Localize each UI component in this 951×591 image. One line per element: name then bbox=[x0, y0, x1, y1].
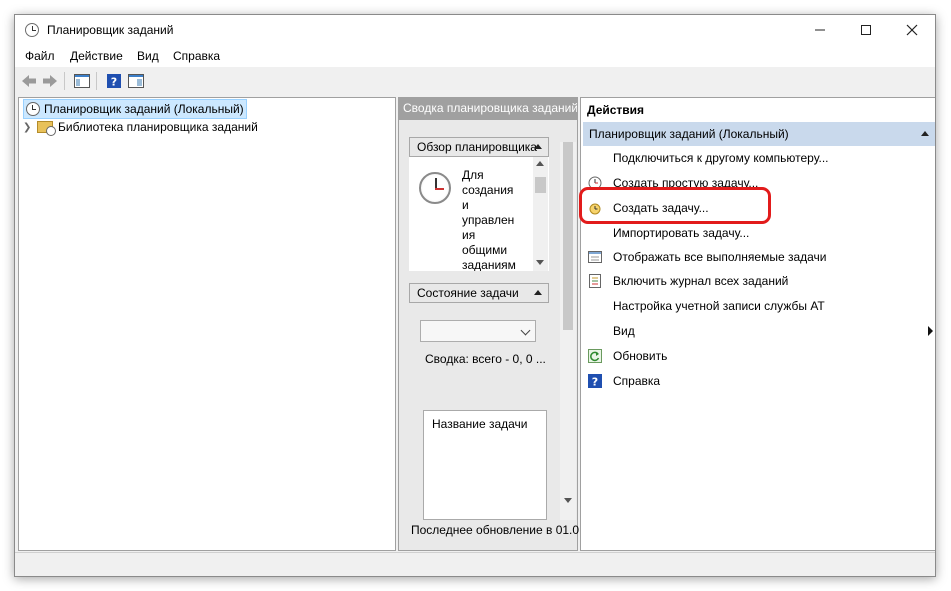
overview-scrollbar[interactable] bbox=[533, 157, 548, 271]
summary-header: Сводка планировщика заданий bbox=[399, 98, 577, 120]
journal-icon bbox=[587, 273, 603, 289]
scroll-thumb[interactable] bbox=[563, 142, 573, 330]
maximize-icon bbox=[861, 25, 871, 35]
action-at-service-account[interactable]: Настройка учетной записи службы AT bbox=[585, 295, 933, 317]
summary-scrollbar[interactable] bbox=[560, 142, 576, 520]
tree-item-label: Планировщик заданий (Локальный) bbox=[44, 102, 244, 116]
scroll-down-icon[interactable] bbox=[536, 260, 544, 265]
menu-file[interactable]: Файл bbox=[25, 49, 55, 63]
menu-bar: Файл Действие Вид Справка bbox=[15, 45, 935, 67]
action-view[interactable]: Вид bbox=[585, 320, 933, 342]
scroll-down-icon[interactable] bbox=[564, 498, 572, 503]
minimize-button[interactable] bbox=[797, 15, 843, 45]
chevron-down-icon bbox=[520, 325, 531, 336]
toolbar-separator bbox=[64, 72, 65, 90]
help-icon: ? bbox=[587, 373, 603, 389]
app-window: Планировщик заданий Файл Действие Вид Сп… bbox=[14, 14, 936, 577]
tree-item-local-scheduler[interactable]: Планировщик заданий (Локальный) bbox=[23, 99, 247, 119]
task-name-column-header: Название задачи bbox=[432, 417, 528, 431]
action-import-task[interactable]: Импортировать задачу... bbox=[585, 222, 933, 244]
close-button[interactable] bbox=[889, 15, 935, 45]
task-scheduler-icon bbox=[25, 23, 39, 37]
summary-panel: Сводка планировщика заданий Обзор планир… bbox=[398, 97, 580, 551]
task-status-label: Состояние задачи bbox=[417, 286, 519, 300]
actions-panel: Действия Планировщик заданий (Локальный)… bbox=[580, 97, 935, 551]
action-refresh[interactable]: Обновить bbox=[585, 345, 933, 367]
title-bar: Планировщик заданий bbox=[15, 15, 935, 45]
action-enable-history[interactable]: Включить журнал всех заданий bbox=[585, 270, 933, 292]
help-icon: ? bbox=[107, 74, 121, 88]
overview-text: Для создания и управлен ия общими задани… bbox=[462, 168, 516, 271]
tree-item-label: Библиотека планировщика заданий bbox=[58, 120, 258, 134]
collapse-caret-icon[interactable] bbox=[534, 144, 542, 149]
toolbar: ? bbox=[15, 67, 935, 95]
console-tree-panel: Планировщик заданий (Локальный) ❯ Библио… bbox=[18, 97, 396, 551]
annotation-highlight bbox=[579, 187, 771, 224]
help-toolbar-button[interactable]: ? bbox=[105, 72, 123, 90]
actions-title: Действия bbox=[587, 103, 645, 117]
actions-group-header[interactable]: Планировщик заданий (Локальный) bbox=[583, 122, 935, 146]
svg-text:?: ? bbox=[111, 76, 117, 89]
library-folder-icon bbox=[37, 121, 56, 136]
close-icon bbox=[906, 24, 918, 36]
action-connect-computer[interactable]: Подключиться к другому компьютеру... bbox=[585, 147, 933, 169]
task-name-list[interactable]: Название задачи bbox=[423, 410, 547, 520]
submenu-arrow-icon bbox=[928, 326, 933, 336]
window-title: Планировщик заданий bbox=[47, 23, 174, 37]
status-bar bbox=[15, 552, 935, 576]
running-tasks-icon bbox=[587, 249, 603, 265]
svg-text:?: ? bbox=[592, 376, 598, 389]
toolbar-separator bbox=[96, 72, 97, 90]
overview-section-body: Для создания и управлен ия общими задани… bbox=[409, 157, 549, 271]
forward-arrow-icon bbox=[43, 75, 57, 87]
clock-icon bbox=[26, 102, 40, 116]
menu-action[interactable]: Действие bbox=[70, 49, 123, 63]
minimize-icon bbox=[815, 29, 825, 31]
collapse-caret-icon[interactable] bbox=[534, 290, 542, 295]
scroll-thumb[interactable] bbox=[535, 177, 546, 193]
scroll-up-icon[interactable] bbox=[536, 161, 544, 166]
task-status-summary: Сводка: всего - 0, 0 ... bbox=[425, 352, 546, 366]
console-tree-icon bbox=[74, 74, 90, 88]
task-scheduler-clock-icon bbox=[419, 172, 451, 204]
task-status-period-select[interactable] bbox=[420, 320, 536, 342]
overview-label: Обзор планировщика bbox=[417, 140, 537, 154]
collapse-caret-icon[interactable] bbox=[921, 131, 929, 136]
action-help[interactable]: ? Справка bbox=[585, 370, 933, 392]
maximize-button[interactable] bbox=[843, 15, 889, 45]
menu-view[interactable]: Вид bbox=[137, 49, 159, 63]
back-button[interactable] bbox=[20, 72, 38, 90]
show-hide-console-tree-button[interactable] bbox=[73, 72, 91, 90]
refresh-icon bbox=[587, 348, 603, 364]
forward-button[interactable] bbox=[41, 72, 59, 90]
tree-item-library[interactable]: ❯ Библиотека планировщика заданий bbox=[23, 118, 258, 136]
last-update-text: Последнее обновление в 01.0 bbox=[411, 523, 580, 537]
task-status-section-header[interactable]: Состояние задачи bbox=[409, 283, 549, 303]
menu-help[interactable]: Справка bbox=[173, 49, 220, 63]
action-pane-icon bbox=[128, 74, 144, 88]
chevron-right-icon[interactable]: ❯ bbox=[23, 122, 37, 133]
action-display-running-tasks[interactable]: Отображать все выполняемые задачи bbox=[585, 246, 933, 268]
show-action-pane-button[interactable] bbox=[127, 72, 145, 90]
back-arrow-icon bbox=[22, 75, 36, 87]
overview-section-header[interactable]: Обзор планировщика bbox=[409, 137, 549, 157]
